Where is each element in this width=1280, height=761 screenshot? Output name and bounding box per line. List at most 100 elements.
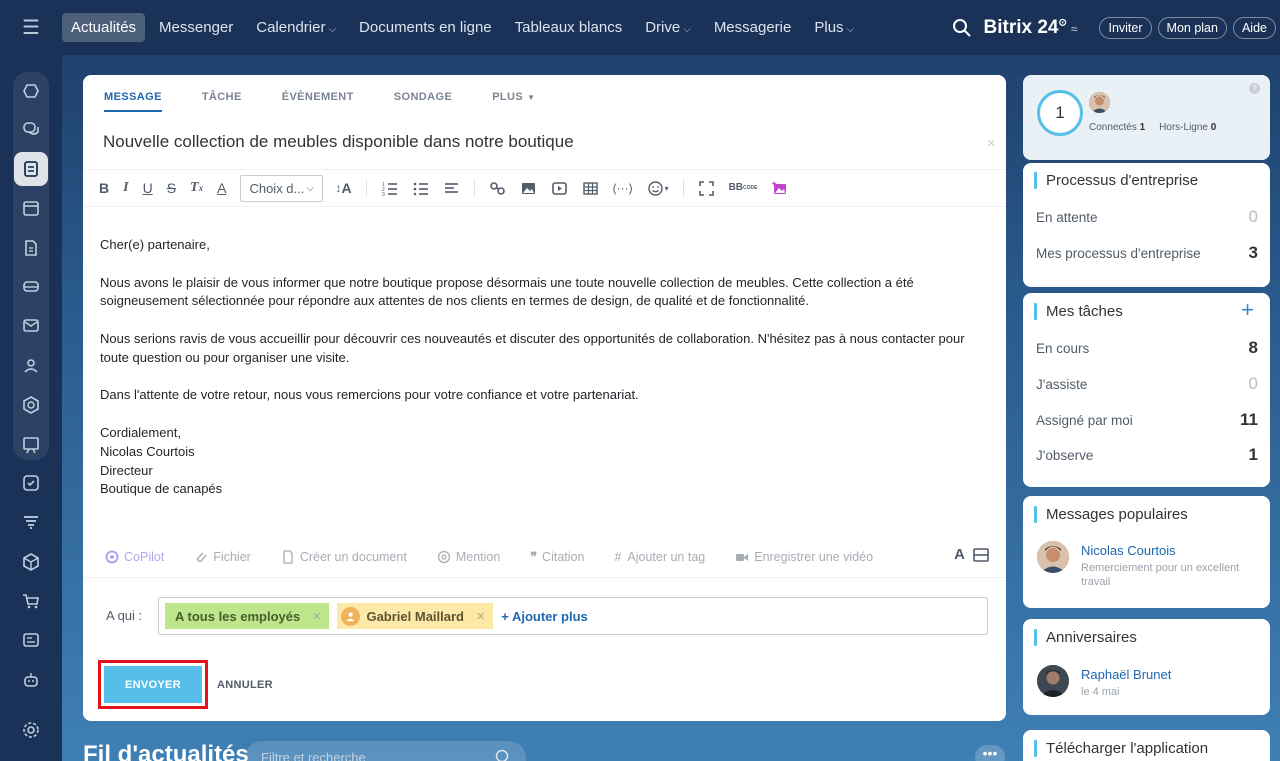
settings-icon[interactable] bbox=[21, 720, 41, 740]
nav-tableaux[interactable]: Tableaux blancs bbox=[506, 13, 632, 42]
news-icon[interactable] bbox=[14, 152, 48, 186]
my-plan-button[interactable]: Mon plan bbox=[1157, 16, 1227, 39]
bullet-list-icon[interactable] bbox=[412, 180, 429, 197]
bold-button[interactable]: B bbox=[99, 180, 109, 196]
close-icon[interactable]: ✕ bbox=[987, 137, 996, 150]
online-widget[interactable]: ? 1 Connectés 1 Hors-Ligne 0 bbox=[1023, 75, 1270, 160]
card-title[interactable]: Télécharger l'application bbox=[1046, 740, 1208, 757]
cart-icon[interactable] bbox=[21, 591, 41, 611]
tab-poll[interactable]: SONDAGE bbox=[394, 91, 452, 112]
code-icon[interactable]: (···) bbox=[613, 181, 633, 195]
nav-calendrier[interactable]: Calendrier ⌵ bbox=[247, 13, 345, 42]
list-item[interactable]: Mes processus d'entreprise 3 bbox=[1036, 243, 1258, 263]
help-button[interactable]: Aide bbox=[1232, 16, 1276, 39]
tab-message[interactable]: MESSAGE bbox=[104, 91, 162, 112]
help-icon[interactable]: ? bbox=[1249, 83, 1260, 94]
mail-icon[interactable] bbox=[21, 315, 41, 335]
link-icon[interactable] bbox=[489, 180, 506, 197]
left-sidebar bbox=[0, 55, 62, 761]
more-options-button[interactable]: ••• bbox=[975, 745, 1005, 761]
remove-icon[interactable]: ✕ bbox=[476, 610, 485, 623]
post-excerpt[interactable]: Remerciement pour un excellent travail bbox=[1081, 561, 1261, 589]
video-icon[interactable] bbox=[551, 180, 568, 197]
list-item[interactable]: J'observe 1 bbox=[1036, 445, 1258, 465]
card-title[interactable]: Mes tâches bbox=[1046, 303, 1123, 320]
subject-field[interactable]: Nouvelle collection de meubles disponibl… bbox=[103, 132, 574, 152]
nav-messagerie[interactable]: Messagerie bbox=[705, 13, 801, 42]
avatar[interactable] bbox=[1089, 92, 1110, 113]
list-item[interactable]: En attente 0 bbox=[1036, 207, 1258, 227]
card-title[interactable]: Messages populaires bbox=[1046, 506, 1188, 523]
panel-icon[interactable] bbox=[973, 547, 989, 563]
drive-icon[interactable] bbox=[21, 276, 41, 296]
text-color-button[interactable]: A bbox=[217, 180, 226, 196]
file-button[interactable]: Fichier bbox=[194, 550, 251, 564]
feed-icon[interactable] bbox=[21, 81, 41, 101]
fullscreen-icon[interactable] bbox=[698, 180, 715, 197]
list-item[interactable]: Assigné par moi 11 bbox=[1036, 410, 1258, 430]
invite-button[interactable]: Inviter bbox=[1099, 16, 1152, 39]
avatar[interactable] bbox=[1037, 665, 1069, 697]
tab-event[interactable]: ÉVÈNEMENT bbox=[282, 91, 354, 112]
birthday-person[interactable]: Raphaël Brunet bbox=[1081, 667, 1171, 682]
mention-button[interactable]: Mention bbox=[437, 550, 500, 564]
font-select[interactable]: Choix d... ⌵ bbox=[240, 174, 324, 202]
board-icon[interactable] bbox=[21, 435, 41, 455]
post-author[interactable]: Nicolas Courtois bbox=[1081, 543, 1176, 558]
emoji-icon[interactable]: ▾ bbox=[647, 180, 669, 197]
recipient-chip-user[interactable]: Gabriel Maillard ✕ bbox=[337, 603, 494, 629]
id-card-icon[interactable] bbox=[21, 630, 41, 650]
cancel-button[interactable]: ANNULER bbox=[217, 679, 273, 691]
nav-messenger[interactable]: Messenger bbox=[150, 13, 242, 42]
menu-icon[interactable]: ☰ bbox=[0, 0, 62, 55]
font-size-button[interactable]: ↕ A bbox=[335, 180, 351, 196]
italic-button[interactable]: I bbox=[123, 180, 128, 196]
message-body[interactable]: Cher(e) partenaire, Nous avons le plaisi… bbox=[100, 236, 990, 499]
add-icon[interactable]: + bbox=[1241, 297, 1254, 323]
quote-button[interactable]: ❞ Citation bbox=[530, 549, 584, 565]
nav-plus[interactable]: Plus ⌵ bbox=[805, 13, 863, 42]
underline-button[interactable]: U bbox=[143, 180, 153, 196]
box-icon[interactable] bbox=[21, 552, 41, 572]
recipient-chip-all[interactable]: A tous les employés ✕ bbox=[165, 603, 330, 629]
calendar-icon[interactable] bbox=[21, 198, 41, 218]
text-format-icon[interactable]: A bbox=[954, 546, 965, 563]
align-icon[interactable] bbox=[443, 180, 460, 197]
record-video-button[interactable]: Enregistrer une vidéo bbox=[735, 550, 873, 564]
group-icon[interactable] bbox=[21, 356, 41, 376]
recipients-field[interactable]: A tous les employés ✕ Gabriel Maillard ✕ +… bbox=[158, 597, 988, 635]
send-button[interactable]: ENVOYER bbox=[104, 666, 202, 703]
nav-drive[interactable]: Drive ⌵ bbox=[636, 13, 700, 42]
nav-documents[interactable]: Documents en ligne bbox=[350, 13, 501, 42]
add-tag-button[interactable]: # Ajouter un tag bbox=[614, 550, 705, 564]
document-icon[interactable] bbox=[21, 238, 41, 258]
ai-image-icon[interactable] bbox=[771, 180, 788, 197]
chat-icon[interactable] bbox=[21, 119, 41, 139]
numbered-list-icon[interactable]: 123 bbox=[381, 180, 398, 197]
tab-more[interactable]: PLUS ▼ bbox=[492, 91, 535, 112]
robot-icon[interactable] bbox=[21, 670, 41, 690]
bbcode-icon[interactable]: BB CODE bbox=[729, 183, 758, 193]
search-icon[interactable] bbox=[952, 18, 972, 38]
signature-line: Directeur bbox=[100, 462, 153, 478]
create-document-button[interactable]: Créer un document bbox=[281, 550, 407, 564]
clear-format-button[interactable]: Tx bbox=[190, 180, 203, 196]
avatar[interactable] bbox=[1037, 541, 1069, 573]
nav-actualites[interactable]: Actualités bbox=[62, 13, 146, 42]
tab-task[interactable]: TÂCHE bbox=[202, 91, 242, 112]
image-icon[interactable] bbox=[520, 180, 537, 197]
funnel-icon[interactable] bbox=[21, 512, 41, 532]
card-title[interactable]: Anniversaires bbox=[1046, 629, 1137, 646]
strikethrough-button[interactable]: S bbox=[167, 180, 176, 196]
list-item[interactable]: En cours 8 bbox=[1036, 338, 1258, 358]
remove-icon[interactable]: ✕ bbox=[312, 610, 321, 623]
feed-search-input[interactable]: Filtre et recherche bbox=[245, 741, 526, 761]
checkbox-icon[interactable] bbox=[21, 473, 41, 493]
card-title[interactable]: Processus d'entreprise bbox=[1046, 172, 1198, 189]
copilot-button[interactable]: CoPilot bbox=[105, 550, 164, 564]
list-item[interactable]: J'assiste 0 bbox=[1036, 374, 1258, 394]
brand-logo[interactable]: Bitrix 24⊙ ≈ bbox=[984, 17, 1078, 39]
add-more-recipients[interactable]: + Ajouter plus bbox=[501, 609, 588, 624]
table-icon[interactable] bbox=[582, 180, 599, 197]
hexagon-icon[interactable] bbox=[21, 395, 41, 415]
